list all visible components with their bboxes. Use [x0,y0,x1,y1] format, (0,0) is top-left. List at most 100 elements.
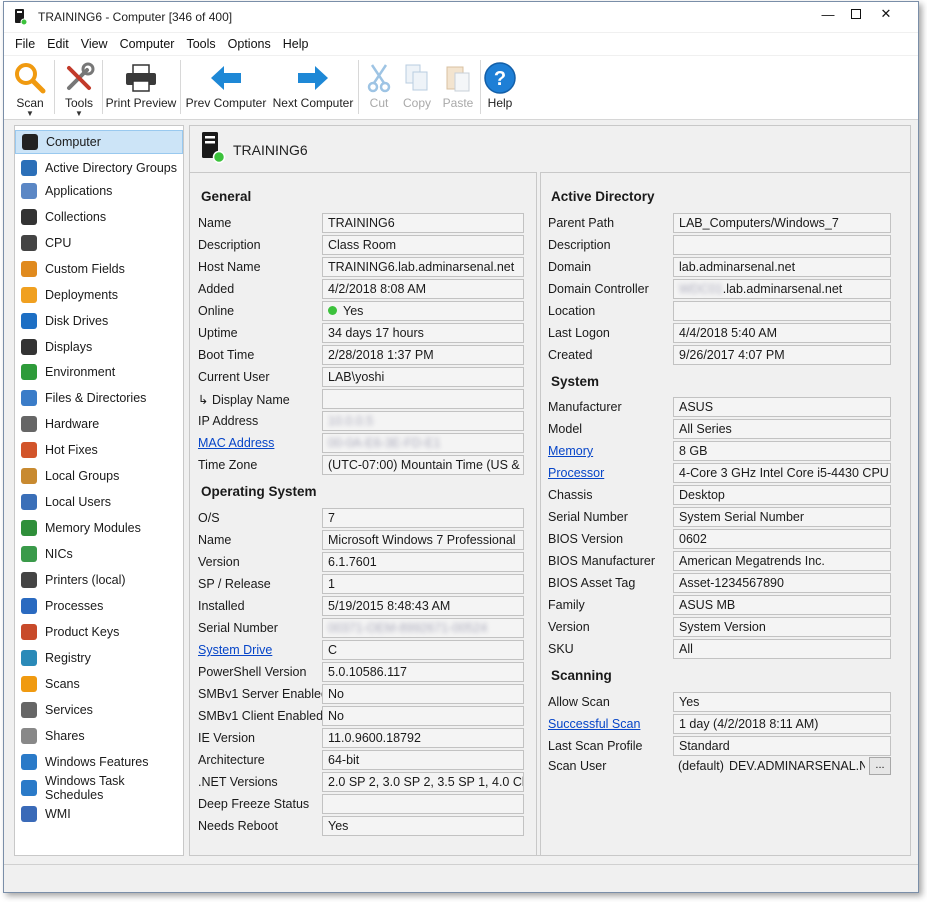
next-computer-button[interactable]: Next Computer [270,60,356,110]
menu-view[interactable]: View [75,37,114,51]
os-architecture-value[interactable]: 64-bit [322,750,524,770]
print-preview-button[interactable]: Print Preview [104,60,178,110]
system-memory-value[interactable]: 8 GB [673,441,891,461]
scanning-allow-scan-value[interactable]: Yes [673,692,891,712]
sidebar-item-computer[interactable]: Computer [15,130,183,154]
sidebar-item-deployments[interactable]: Deployments [15,283,183,307]
system-model-value[interactable]: All Series [673,419,891,439]
os-system-drive-value[interactable]: C [322,640,524,660]
system-serial-number-value[interactable]: System Serial Number [673,507,891,527]
cut-button[interactable]: Cut [364,60,394,110]
sidebar-item-environment[interactable]: Environment [15,360,183,384]
general-display-name-value[interactable] [322,389,524,409]
sidebar-item-local-groups[interactable]: Local Groups [15,464,183,488]
os-version-value[interactable]: 6.1.7601 [322,552,524,572]
sidebar-item-collections[interactable]: Collections [15,205,183,229]
general-uptime-value[interactable]: 34 days 17 hours [322,323,524,343]
os-smbv1-client-enabled-value[interactable]: No [322,706,524,726]
general-ip-address-value[interactable]: 10.0.0.5 [322,411,524,431]
general-mac-address-label[interactable]: MAC Address [198,436,274,450]
scan-button[interactable]: Scan ▼ [12,60,48,118]
general-boot-time-value[interactable]: 2/28/2018 1:37 PM [322,345,524,365]
system-processor-value[interactable]: 4-Core 3 GHz Intel Core i5-4430 CPU @ 3.… [673,463,891,483]
sidebar-item-registry[interactable]: Registry [15,646,183,670]
scanning-last-scan-profile-value[interactable]: Standard [673,736,891,756]
system-sku-value[interactable]: All [673,639,891,659]
sidebar-item-printers-local[interactable]: Printers (local) [15,568,183,592]
scan-user-browse-button[interactable]: ... [869,757,891,775]
sidebar-item-custom-fields[interactable]: Custom Fields [15,257,183,281]
prev-computer-button[interactable]: Prev Computer [184,60,268,110]
sidebar-item-local-users[interactable]: Local Users [15,490,183,514]
sidebar-item-windows-task-schedules[interactable]: Windows Task Schedules [15,774,183,802]
os-ie-version-value[interactable]: 11.0.9600.18792 [322,728,524,748]
system-bios-version-value[interactable]: 0602 [673,529,891,549]
menu-options[interactable]: Options [222,37,277,51]
close-button[interactable]: ✕ [870,2,902,26]
ad-created-value[interactable]: 9/26/2017 4:07 PM [673,345,891,365]
system-memory-label[interactable]: Memory [548,444,593,458]
scanning-successful-scan-label[interactable]: Successful Scan [548,717,640,731]
scanning-successful-scan-value[interactable]: 1 day (4/2/2018 8:11 AM) [673,714,891,734]
sidebar-item-cpu[interactable]: CPU [15,231,183,255]
ad-domain-value[interactable]: lab.adminarsenal.net [673,257,891,277]
sidebar-item-processes[interactable]: Processes [15,594,183,618]
os-serial-number-value[interactable]: 00371-OEM-8992671-00524 [322,618,524,638]
sidebar-item-nics[interactable]: NICs [15,542,183,566]
help-button[interactable]: ? Help [482,60,518,110]
general-current-user-value[interactable]: LAB\yoshi [322,367,524,387]
ad-domain-controller-value[interactable]: WDC01.lab.adminarsenal.net [673,279,891,299]
copy-button[interactable]: Copy [400,60,434,110]
system-chassis-value[interactable]: Desktop [673,485,891,505]
os-needs-reboot-value[interactable]: Yes [322,816,524,836]
general-mac-address-value[interactable]: 00-0A-E6-3E-FD-E1 [322,433,524,453]
menu-tools[interactable]: Tools [180,37,221,51]
ad-parent-path-value[interactable]: LAB_Computers/Windows_7 [673,213,891,233]
os-o-s-value[interactable]: 7 [322,508,524,528]
sidebar-item-scans[interactable]: Scans [15,672,183,696]
menu-computer[interactable]: Computer [114,37,181,51]
os-smbv1-server-enabled-value[interactable]: No [322,684,524,704]
os-sp-release-value[interactable]: 1 [322,574,524,594]
menu-edit[interactable]: Edit [41,37,75,51]
os-net-versions-value[interactable]: 2.0 SP 2, 3.0 SP 2, 3.5 SP 1, 4.0 Client… [322,772,524,792]
general-description-value[interactable]: Class Room [322,235,524,255]
os-name-value[interactable]: Microsoft Windows 7 Professional [322,530,524,550]
sidebar-item-services[interactable]: Services [15,698,183,722]
system-manufacturer-value[interactable]: ASUS [673,397,891,417]
sidebar-item-windows-features[interactable]: Windows Features [15,750,183,774]
os-powershell-version-value[interactable]: 5.0.10586.117 [322,662,524,682]
general-online-value[interactable]: Yes [322,301,524,321]
system-processor-label[interactable]: Processor [548,466,604,480]
sidebar-item-wmi[interactable]: WMI [15,802,183,826]
paste-button[interactable]: Paste [440,60,476,110]
general-host-name-value[interactable]: TRAINING6.lab.adminarsenal.net [322,257,524,277]
maximize-button[interactable] [840,2,872,26]
sidebar-item-applications[interactable]: Applications [15,179,183,203]
general-name-value[interactable]: TRAINING6 [322,213,524,233]
system-family-value[interactable]: ASUS MB [673,595,891,615]
sidebar-item-memory-modules[interactable]: Memory Modules [15,516,183,540]
sidebar-item-hardware[interactable]: Hardware [15,412,183,436]
sidebar-item-active-directory-groups[interactable]: Active Directory Groups [15,156,183,180]
os-installed-value[interactable]: 5/19/2015 8:48:43 AM [322,596,524,616]
system-bios-manufacturer-value[interactable]: American Megatrends Inc. [673,551,891,571]
system-version-value[interactable]: System Version [673,617,891,637]
ad-last-logon-value[interactable]: 4/4/2018 5:40 AM [673,323,891,343]
sidebar-item-disk-drives[interactable]: Disk Drives [15,309,183,333]
menu-file[interactable]: File [9,37,41,51]
sidebar-item-files-directories[interactable]: Files & Directories [15,386,183,410]
menu-help[interactable]: Help [277,37,315,51]
system-bios-asset-tag-value[interactable]: Asset-1234567890 [673,573,891,593]
sidebar-item-product-keys[interactable]: Product Keys [15,620,183,644]
sidebar-item-displays[interactable]: Displays [15,335,183,359]
os-deep-freeze-status-value[interactable] [322,794,524,814]
general-added-value[interactable]: 4/2/2018 8:08 AM [322,279,524,299]
ad-location-value[interactable] [673,301,891,321]
os-system-drive-label[interactable]: System Drive [198,643,272,657]
ad-description-value[interactable] [673,235,891,255]
tools-button[interactable]: Tools ▼ [59,60,99,118]
sidebar-item-shares[interactable]: Shares [15,724,183,748]
general-time-zone-value[interactable]: (UTC-07:00) Mountain Time (US & Canada) [322,455,524,475]
sidebar-item-hot-fixes[interactable]: Hot Fixes [15,438,183,462]
